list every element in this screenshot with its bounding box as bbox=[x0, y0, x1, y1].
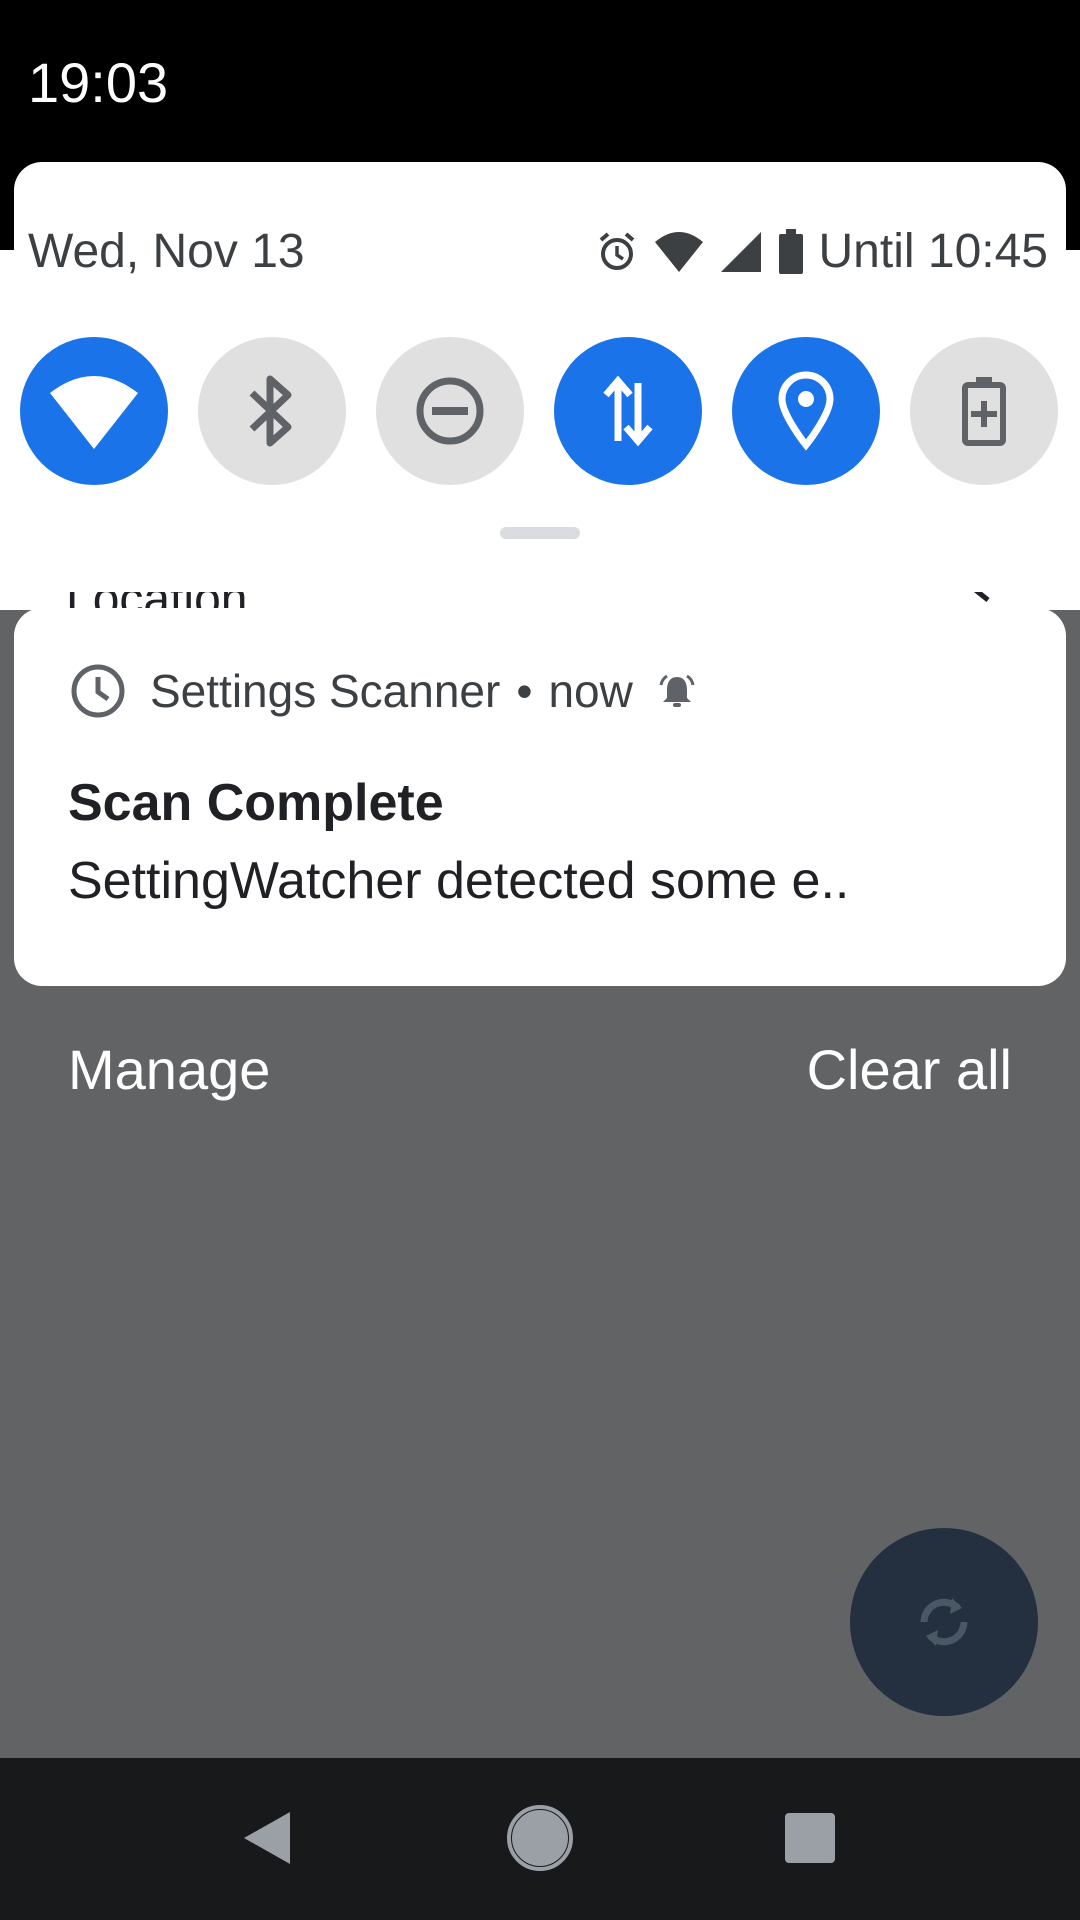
quick-settings-tiles bbox=[20, 337, 1066, 487]
home-button[interactable] bbox=[500, 1798, 580, 1878]
battery-saver-icon bbox=[962, 377, 1006, 446]
tile-location[interactable] bbox=[732, 337, 880, 485]
recents-square-icon bbox=[785, 1813, 835, 1863]
manage-button[interactable]: Manage bbox=[68, 1035, 270, 1105]
notification-app-name: Settings Scanner bbox=[150, 665, 501, 717]
tile-bluetooth[interactable] bbox=[198, 337, 346, 485]
tile-do-not-disturb[interactable] bbox=[376, 337, 524, 485]
signal-icon bbox=[720, 232, 761, 272]
battery-until-label: Until 10:45 bbox=[818, 225, 1048, 278]
alert-bell-icon bbox=[659, 674, 695, 707]
battery-icon bbox=[778, 229, 803, 274]
tile-battery-saver[interactable] bbox=[910, 337, 1058, 485]
refresh-fab[interactable] bbox=[850, 1528, 1038, 1716]
notification-title: Scan Complete bbox=[68, 774, 444, 832]
location-pin-icon bbox=[778, 371, 834, 451]
wifi-icon bbox=[654, 232, 703, 272]
notification-time: now bbox=[548, 665, 633, 717]
back-triangle-icon bbox=[244, 1812, 290, 1864]
clear-all-button[interactable]: Clear all bbox=[807, 1035, 1012, 1105]
bluetooth-icon bbox=[249, 375, 292, 447]
do-not-disturb-icon bbox=[416, 377, 484, 445]
notification-header: Settings Scanner • now bbox=[68, 658, 697, 724]
recents-button[interactable] bbox=[770, 1798, 850, 1878]
clock-icon bbox=[71, 664, 125, 718]
qs-status-icons: Until 10:45 bbox=[595, 222, 1048, 282]
sync-icon bbox=[920, 1598, 968, 1646]
home-circle-icon bbox=[507, 1805, 573, 1871]
notification-actions: Manage Clear all bbox=[0, 1035, 1080, 1105]
status-time: 19:03 bbox=[28, 51, 169, 114]
back-button[interactable] bbox=[228, 1798, 308, 1878]
qs-date[interactable]: Wed, Nov 13 bbox=[28, 222, 305, 282]
navigation-bar bbox=[0, 1758, 1080, 1920]
notification-separator: • bbox=[516, 665, 533, 717]
wifi-icon bbox=[50, 376, 138, 449]
alarm-icon bbox=[599, 232, 634, 270]
drag-handle[interactable] bbox=[500, 527, 580, 539]
data-arrows-icon bbox=[603, 375, 653, 447]
tile-mobile-data[interactable] bbox=[554, 337, 702, 485]
notification-text: SettingWatcher detected some e.. bbox=[68, 852, 850, 910]
notification-card[interactable]: Settings Scanner • now Scan Complete Set… bbox=[14, 608, 1066, 986]
quick-settings-panel: Wed, Nov 13 Until 10:45 bbox=[14, 162, 1066, 592]
tile-wifi[interactable] bbox=[20, 337, 168, 485]
